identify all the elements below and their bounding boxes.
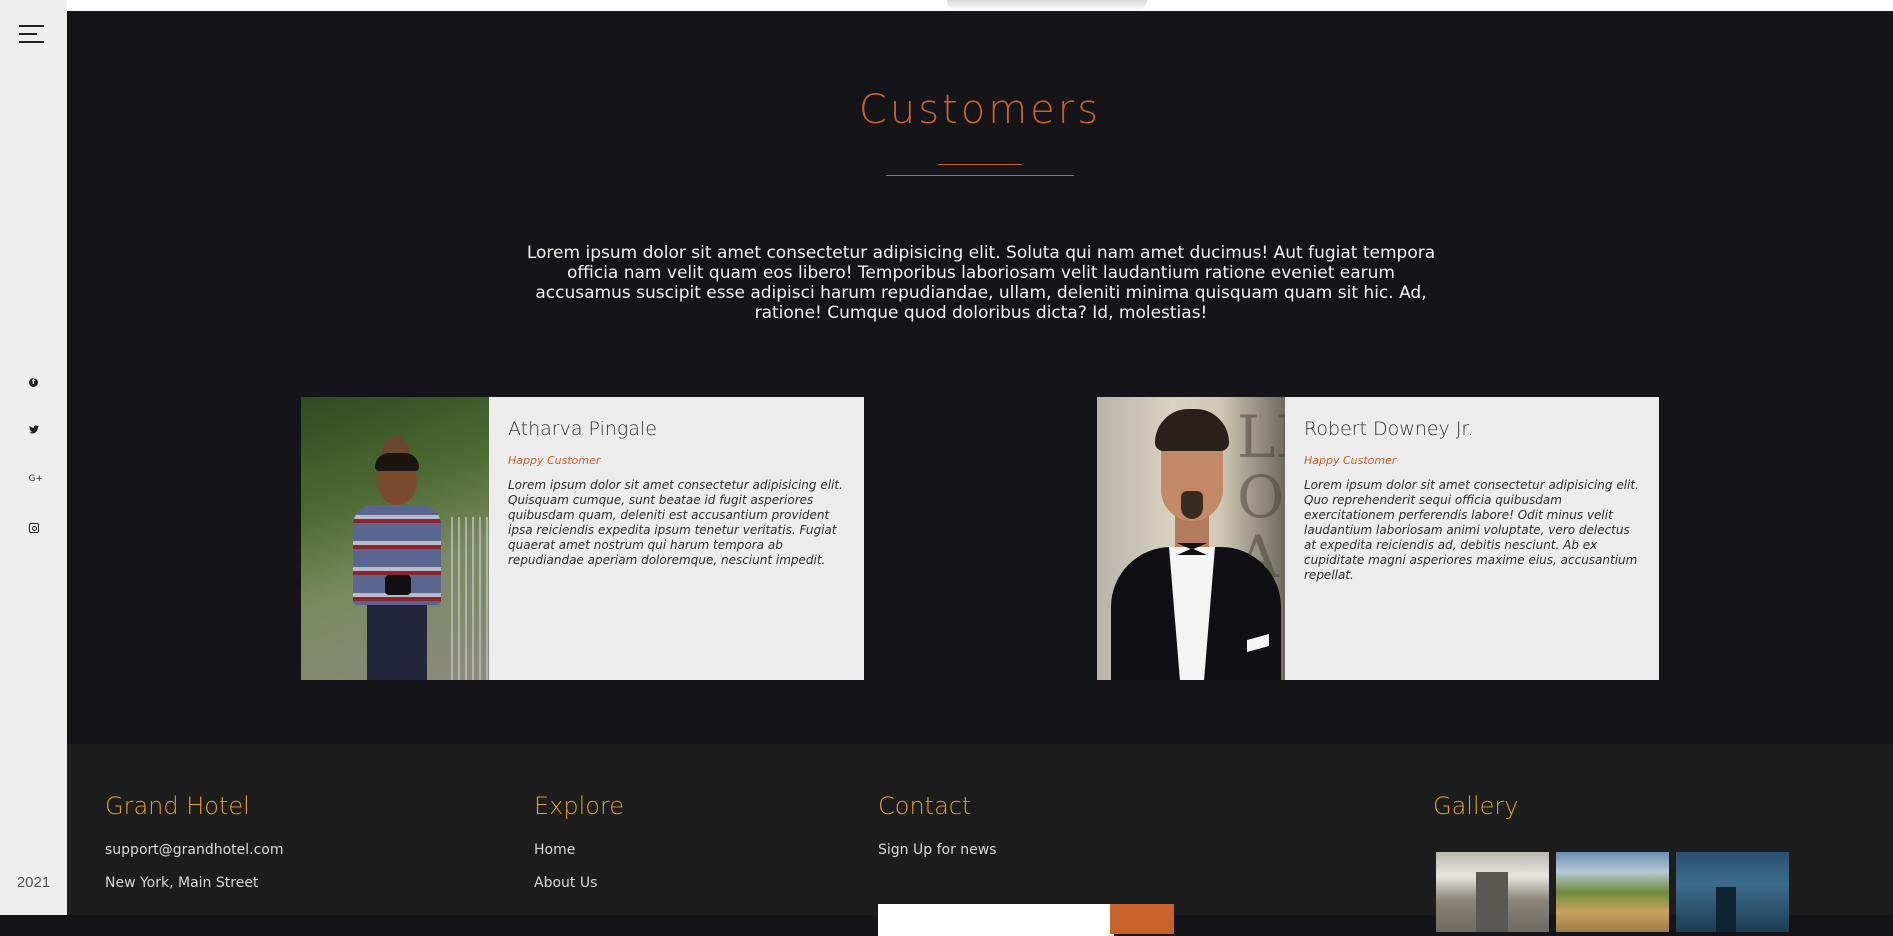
title-divider-long [886,175,1074,176]
footer-explore-title: Explore [534,792,625,820]
testimonial-card: LDOA Robert Downey Jr. Happy Customer Lo… [1097,397,1659,680]
facebook-link[interactable]: f [0,378,67,387]
google-plus-icon: G+ [28,474,44,484]
newsletter-email-input[interactable] [878,904,1114,936]
google-plus-link[interactable]: G+ [0,474,67,484]
footer-address: New York, Main Street [105,875,259,891]
top-glow [947,0,1147,11]
testimonial-card: Atharva Pingale Happy Customer Lorem ips… [301,397,864,680]
twitter-link[interactable] [0,425,67,434]
customer-quote: Lorem ipsum dolor sit amet consectetur a… [1304,478,1639,582]
testimonial-body: Atharva Pingale Happy Customer Lorem ips… [489,397,864,680]
footer-link-about[interactable]: About Us [534,875,624,891]
footer-brand-column: Grand Hotel support@grandhotel.com New Y… [105,792,284,891]
footer-contact-title: Contact [878,792,972,820]
footer-link-home[interactable]: Home [534,842,624,858]
testimonial-body: Robert Downey Jr. Happy Customer Lorem i… [1285,397,1659,680]
gallery-image[interactable] [1436,852,1549,932]
section-intro: Lorem ipsum dolor sit amet consectetur a… [526,243,1436,323]
twitter-icon [28,425,39,434]
gallery-image[interactable] [1556,852,1669,932]
section-title: Customers [858,87,1102,133]
instagram-icon [28,523,39,533]
footer-explore-column: Explore Home About Us [534,792,624,891]
customer-photo [301,397,489,680]
customer-name: Atharva Pingale [508,418,657,440]
footer-gallery-column: Gallery [1433,792,1518,820]
customer-name: Robert Downey Jr. [1304,418,1474,440]
top-strip [67,0,1893,11]
customer-role: Happy Customer [508,454,601,467]
copyright-year: 2021 [16,874,51,891]
footer-brand-title: Grand Hotel [105,792,250,820]
customers-section: Customers Lorem ipsum dolor sit amet con… [67,11,1893,744]
footer: Grand Hotel support@grandhotel.com New Y… [67,744,1893,936]
newsletter-label: Sign Up for news [878,842,997,858]
footer-contact-column: Contact Sign Up for news [878,792,997,858]
customer-role: Happy Customer [1304,454,1397,467]
footer-email-link[interactable]: support@grandhotel.com [105,842,284,858]
instagram-link[interactable] [0,523,67,533]
gallery-image[interactable] [1676,852,1789,932]
newsletter-submit-button[interactable] [1110,904,1174,934]
facebook-icon: f [29,378,38,387]
customer-quote: Lorem ipsum dolor sit amet consectetur a… [508,478,843,567]
customer-photo: LDOA [1097,397,1285,680]
left-sidebar: f G+ 2021 [0,0,67,915]
title-divider-short [938,164,1022,165]
footer-gallery-title: Gallery [1433,792,1519,820]
hamburger-menu-icon[interactable] [19,25,44,45]
